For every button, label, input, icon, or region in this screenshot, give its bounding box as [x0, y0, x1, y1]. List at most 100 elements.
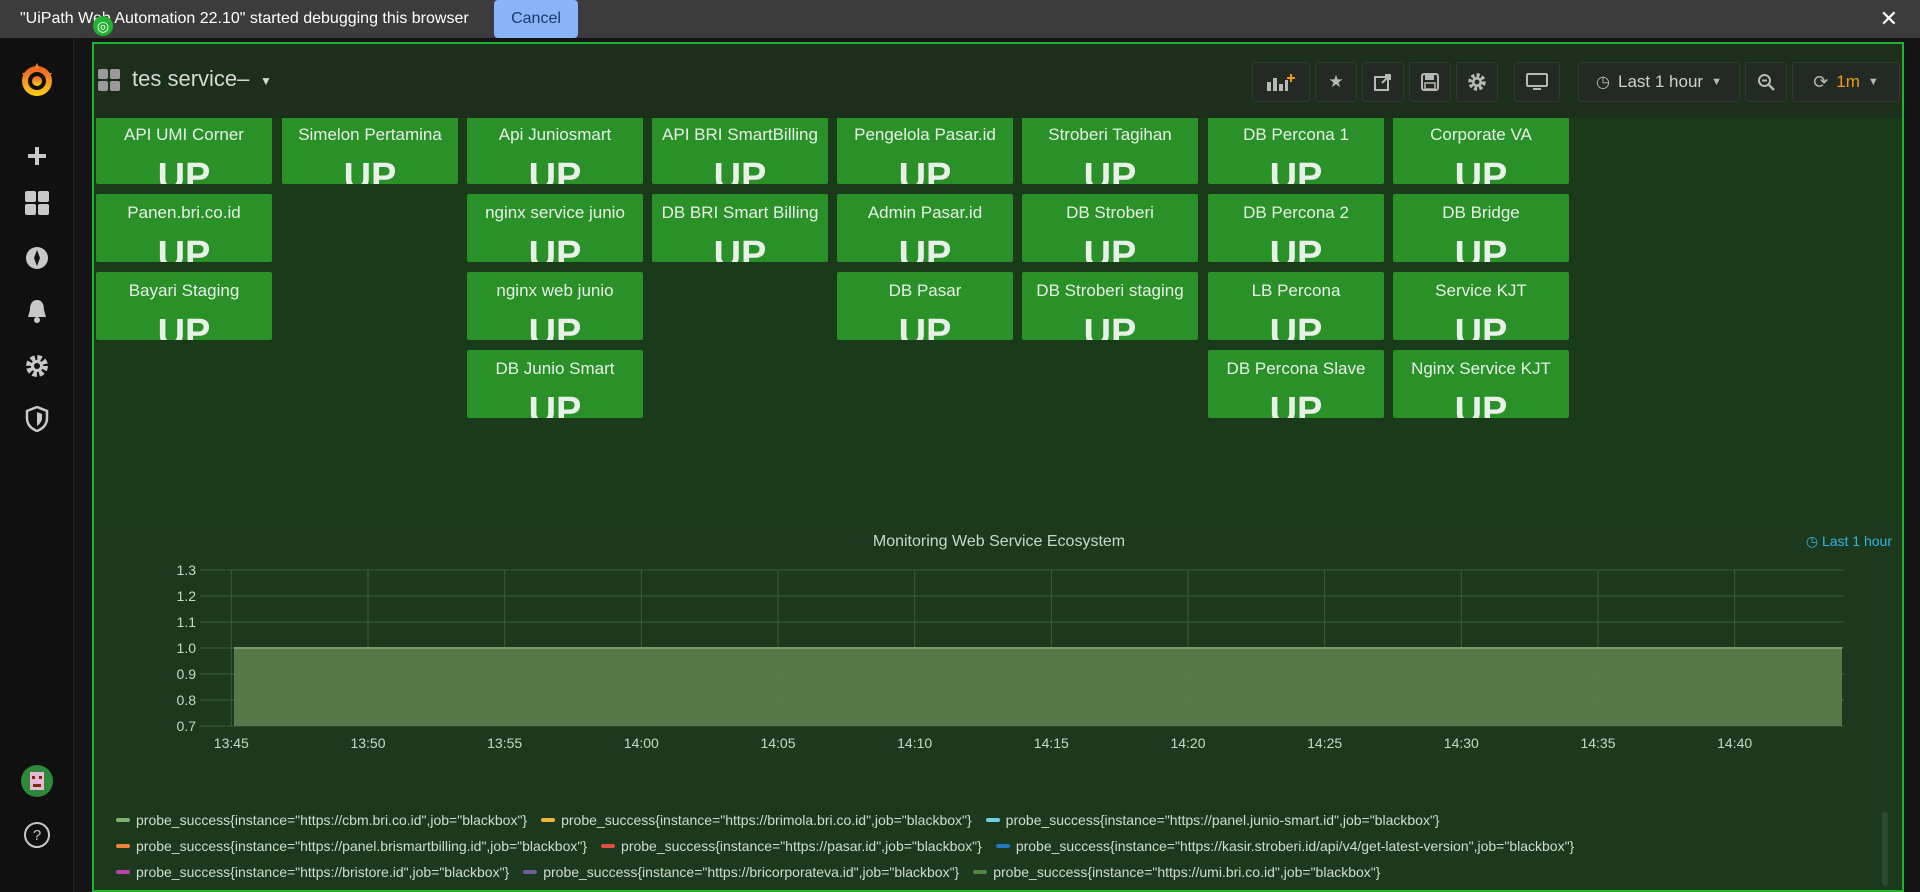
legend-item[interactable]: probe_success{instance="https://kasir.st…: [995, 838, 1575, 854]
stat-panel-title[interactable]: Stroberi Tagihan: [1022, 125, 1198, 145]
stat-panel-title[interactable]: DB Pasar: [837, 281, 1013, 301]
stat-panel[interactable]: Panen.bri.co.id UP: [96, 194, 272, 262]
legend-label: probe_success{instance="https://panel.ju…: [1005, 812, 1440, 828]
stat-panel[interactable]: Nginx Service KJT UP: [1393, 350, 1569, 418]
alerting-bell-icon[interactable]: [22, 296, 52, 326]
stat-panel-title[interactable]: Corporate VA: [1393, 125, 1569, 145]
stat-panel[interactable]: Service KJT UP: [1393, 272, 1569, 340]
stat-panel-value: UP: [898, 156, 952, 184]
stat-panel-title[interactable]: Admin Pasar.id: [837, 203, 1013, 223]
stat-panel[interactable]: nginx service junio UP: [467, 194, 643, 262]
stat-panel-title[interactable]: Nginx Service KJT: [1393, 359, 1569, 379]
stat-panel-value: UP: [1454, 156, 1508, 184]
stat-panel-title[interactable]: DB Percona 2: [1208, 203, 1384, 223]
legend-item[interactable]: probe_success{instance="https://pasar.id…: [601, 838, 982, 854]
server-admin-shield-icon[interactable]: [22, 404, 52, 434]
stat-panel[interactable]: DB Junio Smart UP: [467, 350, 643, 418]
configuration-gear-icon[interactable]: [22, 351, 52, 381]
refresh-interval: 1m: [1836, 72, 1860, 91]
legend-label: probe_success{instance="https://panel.br…: [136, 838, 588, 854]
stat-panel[interactable]: DB Stroberi staging UP: [1022, 272, 1198, 340]
close-icon[interactable]: ✕: [1880, 6, 1898, 32]
add-panel-button[interactable]: [1252, 62, 1310, 102]
tv-mode-icon[interactable]: [1514, 62, 1560, 102]
stat-panel-value: UP: [1269, 156, 1323, 184]
legend-label: probe_success{instance="https://pasar.id…: [621, 838, 982, 854]
stat-panel-title[interactable]: DB Junio Smart: [467, 359, 643, 379]
legend-item[interactable]: probe_success{instance="https://panel.ju…: [985, 812, 1440, 828]
grafana-logo-icon[interactable]: [16, 60, 58, 102]
stat-panel[interactable]: Stroberi Tagihan UP: [1022, 116, 1198, 184]
stat-panel-title[interactable]: DB Stroberi: [1022, 203, 1198, 223]
refresh-button[interactable]: ⟳ 1m ▼: [1792, 62, 1900, 102]
stat-panel[interactable]: Corporate VA UP: [1393, 116, 1569, 184]
stat-panel-value: UP: [1083, 312, 1137, 340]
legend-item[interactable]: probe_success{instance="https://brimola.…: [541, 812, 972, 828]
stat-panel-title[interactable]: nginx web junio: [467, 281, 643, 301]
stat-panel-title[interactable]: nginx service junio: [467, 203, 643, 223]
stat-panel-title[interactable]: Pengelola Pasar.id: [837, 125, 1013, 145]
stat-panel-title[interactable]: DB Percona 1: [1208, 125, 1384, 145]
stat-panel[interactable]: Admin Pasar.id UP: [837, 194, 1013, 262]
stat-panel-title[interactable]: API UMI Corner: [96, 125, 272, 145]
time-picker-button[interactable]: ◷ Last 1 hour ▼: [1578, 62, 1740, 102]
legend-item[interactable]: probe_success{instance="https://cbm.bri.…: [116, 812, 527, 828]
stat-panel-title[interactable]: Service KJT: [1393, 281, 1569, 301]
stat-panel-title[interactable]: Panen.bri.co.id: [96, 203, 272, 223]
stat-panel-value: UP: [528, 390, 582, 418]
stat-panel-title[interactable]: LB Percona: [1208, 281, 1384, 301]
help-icon[interactable]: ?: [22, 820, 52, 850]
legend-item[interactable]: probe_success{instance="https://umi.bri.…: [973, 864, 1380, 880]
user-avatar[interactable]: [21, 765, 53, 797]
chevron-down-icon: ▼: [1711, 76, 1722, 88]
explore-compass-icon[interactable]: [22, 243, 52, 273]
stat-panel-title[interactable]: DB BRI Smart Billing: [652, 203, 828, 223]
y-tick-label: 1.3: [177, 562, 197, 578]
stat-panel-title[interactable]: Simelon Pertamina: [282, 125, 458, 145]
cancel-button[interactable]: Cancel: [494, 0, 578, 38]
stat-panel[interactable]: DB Percona 1 UP: [1208, 116, 1384, 184]
dashboard-grid-icon: [98, 69, 120, 91]
stat-panel[interactable]: LB Percona UP: [1208, 272, 1384, 340]
stat-panel-title[interactable]: DB Percona Slave: [1208, 359, 1384, 379]
x-tick-label: 14:00: [624, 735, 659, 751]
stat-panel[interactable]: DB Percona Slave UP: [1208, 350, 1384, 418]
stat-panel[interactable]: API BRI SmartBilling UP: [652, 116, 828, 184]
share-icon[interactable]: [1362, 62, 1404, 102]
legend-item[interactable]: probe_success{instance="https://bricorpo…: [523, 864, 959, 880]
stat-panel-title[interactable]: API BRI SmartBilling: [652, 125, 828, 145]
stat-panel-title[interactable]: DB Stroberi staging: [1022, 281, 1198, 301]
stat-panel-title[interactable]: DB Bridge: [1393, 203, 1569, 223]
star-icon[interactable]: ★: [1315, 62, 1357, 102]
graph-chart[interactable]: 1.3 1.2 1.1 1.0 0.9 0.8 0.7 13:45 13:50 13:55 14:0…: [96, 522, 1902, 892]
settings-gear-icon[interactable]: [1456, 62, 1498, 102]
legend-label: probe_success{instance="https://kasir.st…: [1015, 838, 1575, 854]
legend-item[interactable]: probe_success{instance="https://bristore…: [116, 864, 509, 880]
save-icon[interactable]: [1409, 62, 1451, 102]
stat-panel[interactable]: Simelon Pertamina UP: [282, 116, 458, 184]
stat-panel[interactable]: API UMI Corner UP: [96, 116, 272, 184]
stat-panel-title[interactable]: Bayari Staging: [96, 281, 272, 301]
legend-item[interactable]: probe_success{instance="https://panel.br…: [116, 838, 587, 854]
stat-panel[interactable]: DB Percona 2 UP: [1208, 194, 1384, 262]
zoom-out-icon[interactable]: [1745, 62, 1787, 102]
stat-panel[interactable]: DB Stroberi UP: [1022, 194, 1198, 262]
stat-panel[interactable]: DB Bridge UP: [1393, 194, 1569, 262]
plus-icon[interactable]: [22, 141, 52, 171]
y-tick-label: 0.9: [177, 666, 197, 682]
stat-panel[interactable]: Api Juniosmart UP: [467, 116, 643, 184]
stat-panel[interactable]: nginx web junio UP: [467, 272, 643, 340]
stat-panel[interactable]: Bayari Staging UP: [96, 272, 272, 340]
stat-panel[interactable]: Pengelola Pasar.id UP: [837, 116, 1013, 184]
stat-panel-value: UP: [898, 312, 952, 340]
dashboards-icon[interactable]: [22, 188, 52, 218]
dashboard-title[interactable]: tes service–: [132, 66, 249, 92]
caret-down-icon[interactable]: ▼: [260, 74, 272, 88]
stat-panel-value: UP: [1269, 312, 1323, 340]
x-tick-label: 14:05: [760, 735, 795, 751]
stat-panel[interactable]: DB BRI Smart Billing UP: [652, 194, 828, 262]
legend-swatch: [523, 870, 538, 874]
stat-panel-title[interactable]: Api Juniosmart: [467, 125, 643, 145]
legend-scrollbar[interactable]: [1882, 812, 1888, 886]
stat-panel[interactable]: DB Pasar UP: [837, 272, 1013, 340]
